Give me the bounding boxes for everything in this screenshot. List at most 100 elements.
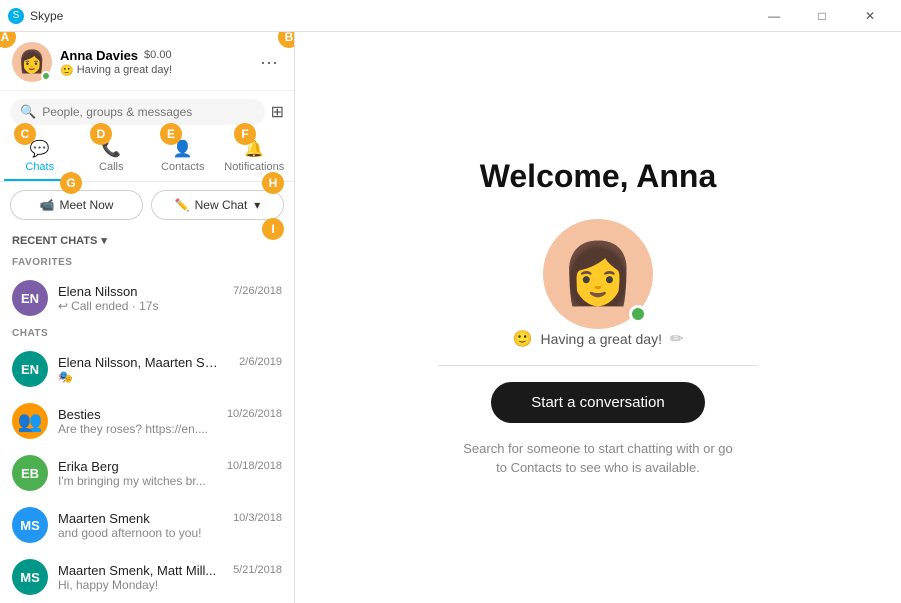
dropdown-chevron-icon: ▾ [254, 198, 260, 212]
maarten-matt-name-row: Maarten Smenk, Matt Mill... 5/21/2018 [58, 563, 282, 578]
chat-item-maarten[interactable]: MS Maarten Smenk 10/3/2018 and good afte… [0, 499, 294, 551]
profile-info: Anna Davies $0.00 🙂 Having a great day! [60, 48, 248, 77]
titlebar-left: S Skype [8, 8, 63, 24]
chat-item-elena-maarten[interactable]: EN Elena Nilsson, Maarten Sm... 2/6/2019… [0, 343, 294, 395]
elena-chat-info: Elena Nilsson 7/26/2018 ↩ Call ended · 1… [58, 284, 282, 313]
maarten-matt-preview: Hi, happy Monday! [58, 578, 282, 592]
maarten-name-row: Maarten Smenk 10/3/2018 [58, 511, 282, 526]
search-icon: 🔍 [20, 104, 36, 120]
maarten-name: Maarten Smenk [58, 511, 150, 526]
tab-calls-label: Calls [99, 161, 123, 173]
elena-maarten-avatar: EN [12, 351, 48, 387]
besties-avatar: 👥 [12, 403, 48, 439]
elena-name: Elena Nilsson [58, 284, 138, 299]
badge-b: B [278, 32, 295, 48]
besties-preview: Are they roses? https://en.... [58, 422, 282, 436]
status-emoji: 🙂 [60, 64, 74, 77]
profile-balance: $0.00 [144, 49, 172, 61]
action-buttons: G 📹 Meet Now H ✏️ New Chat ▾ [0, 182, 294, 228]
grid-icon[interactable]: ⊞ [271, 102, 284, 122]
erika-info: Erika Berg 10/18/2018 I'm bringing my wi… [58, 459, 282, 488]
elena-maarten-info: Elena Nilsson, Maarten Sm... 2/6/2019 🎭 [58, 355, 282, 384]
badge-i: I [262, 218, 284, 240]
erika-preview: I'm bringing my witches br... [58, 474, 282, 488]
badge-h: H [262, 172, 284, 194]
welcome-status-emoji: 🙂 [513, 329, 533, 349]
elena-maarten-preview: 🎭 [58, 370, 282, 384]
maarten-avatar: MS [12, 507, 48, 543]
chat-list: FAVORITES EN Elena Nilsson 7/26/2018 ↩ C… [0, 253, 294, 603]
minimize-button[interactable]: — [751, 0, 797, 32]
tab-chats-label: Chats [25, 161, 54, 173]
recent-chats-label: RECENT CHATS [12, 235, 97, 247]
user-photo: 👩 [543, 219, 653, 329]
maximize-button[interactable]: □ [799, 0, 845, 32]
avatar-container: 👩 [12, 42, 52, 82]
new-chat-button[interactable]: ✏️ New Chat ▾ [151, 190, 284, 220]
call-icon: ↩ [58, 299, 68, 313]
online-status-dot [41, 71, 51, 81]
new-chat-label: New Chat [195, 198, 248, 212]
maarten-matt-avatar: MS [12, 559, 48, 595]
chat-item-besties[interactable]: 👥 Besties 10/26/2018 Are they roses? htt… [0, 395, 294, 447]
maarten-matt-date: 5/21/2018 [233, 564, 282, 576]
chat-item-erika[interactable]: EB Erika Berg 10/18/2018 I'm bringing my… [0, 447, 294, 499]
search-input-wrap: 🔍 [10, 99, 265, 125]
erika-name-row: Erika Berg 10/18/2018 [58, 459, 282, 474]
start-conversation-button[interactable]: Start a conversation [491, 382, 704, 423]
meet-now-label: Meet Now [59, 198, 113, 212]
chats-icon: 💬 [30, 139, 50, 159]
chats-section-label: CHATS [0, 324, 294, 343]
titlebar: S Skype — □ ✕ [0, 0, 901, 32]
elena-maarten-name: Elena Nilsson, Maarten Sm... [58, 355, 218, 370]
badge-e: E [160, 123, 182, 145]
favorites-label: FAVORITES [0, 253, 294, 272]
meet-now-button[interactable]: 📹 Meet Now [10, 190, 143, 220]
badge-c: C [14, 123, 36, 145]
chat-item-maarten-matt[interactable]: MS Maarten Smenk, Matt Mill... 5/21/2018… [0, 551, 294, 603]
skype-logo-icon: S [8, 8, 24, 24]
tab-contacts-label: Contacts [161, 161, 204, 173]
profile-header: A 👩 Anna Davies $0.00 🙂 Having a great d… [0, 32, 294, 91]
besties-info: Besties 10/26/2018 Are they roses? https… [58, 407, 282, 436]
maarten-matt-info: Maarten Smenk, Matt Mill... 5/21/2018 Hi… [58, 563, 282, 592]
tab-calls[interactable]: 📞 Calls [76, 133, 148, 181]
erika-avatar: EB [12, 455, 48, 491]
profile-name: Anna Davies [60, 48, 138, 63]
favorite-item-elena[interactable]: EN Elena Nilsson 7/26/2018 ↩ Call ended … [0, 272, 294, 324]
besties-name-row: Besties 10/26/2018 [58, 407, 282, 422]
elena-preview: ↩ Call ended · 17s [58, 299, 282, 313]
search-input[interactable] [42, 105, 254, 119]
maarten-date: 10/3/2018 [233, 512, 282, 524]
user-online-dot [629, 305, 647, 323]
nav-tabs: C 💬 Chats D 📞 Calls E 👤 Contacts F 🔔 Not… [0, 133, 294, 182]
video-icon: 📹 [40, 198, 55, 212]
edit-icon: ✏️ [175, 198, 190, 212]
profile-status: 🙂 Having a great day! [60, 64, 248, 77]
besties-date: 10/26/2018 [227, 408, 282, 420]
maarten-matt-name: Maarten Smenk, Matt Mill... [58, 563, 216, 578]
elena-date: 7/26/2018 [233, 285, 282, 297]
maarten-info: Maarten Smenk 10/3/2018 and good afterno… [58, 511, 282, 540]
welcome-title: Welcome, Anna [480, 158, 717, 195]
more-options-icon[interactable]: ··· [256, 48, 282, 77]
close-button[interactable]: ✕ [847, 0, 893, 32]
sidebar: A 👩 Anna Davies $0.00 🙂 Having a great d… [0, 32, 295, 603]
besties-name: Besties [58, 407, 101, 422]
main-layout: A 👩 Anna Davies $0.00 🙂 Having a great d… [0, 32, 901, 603]
status-text: Having a great day! [77, 64, 172, 76]
welcome-status-text: Having a great day! [541, 331, 662, 347]
edit-status-icon[interactable]: ✏ [670, 329, 683, 349]
erika-name: Erika Berg [58, 459, 119, 474]
tab-contacts[interactable]: 👤 Contacts [147, 133, 219, 181]
chevron-down-icon: ▾ [101, 234, 107, 247]
elena-maarten-name-row: Elena Nilsson, Maarten Sm... 2/6/2019 [58, 355, 282, 370]
window-controls: — □ ✕ [751, 0, 893, 32]
badge-g: G [60, 172, 82, 194]
welcome-description: Search for someone to start chatting wit… [458, 439, 738, 478]
elena-avatar: EN [12, 280, 48, 316]
recent-chats-header: I RECENT CHATS ▾ [0, 228, 294, 253]
app-title: Skype [30, 9, 63, 23]
status-row: 🙂 Having a great day! ✏ [438, 329, 758, 366]
elena-maarten-date: 2/6/2019 [239, 356, 282, 368]
